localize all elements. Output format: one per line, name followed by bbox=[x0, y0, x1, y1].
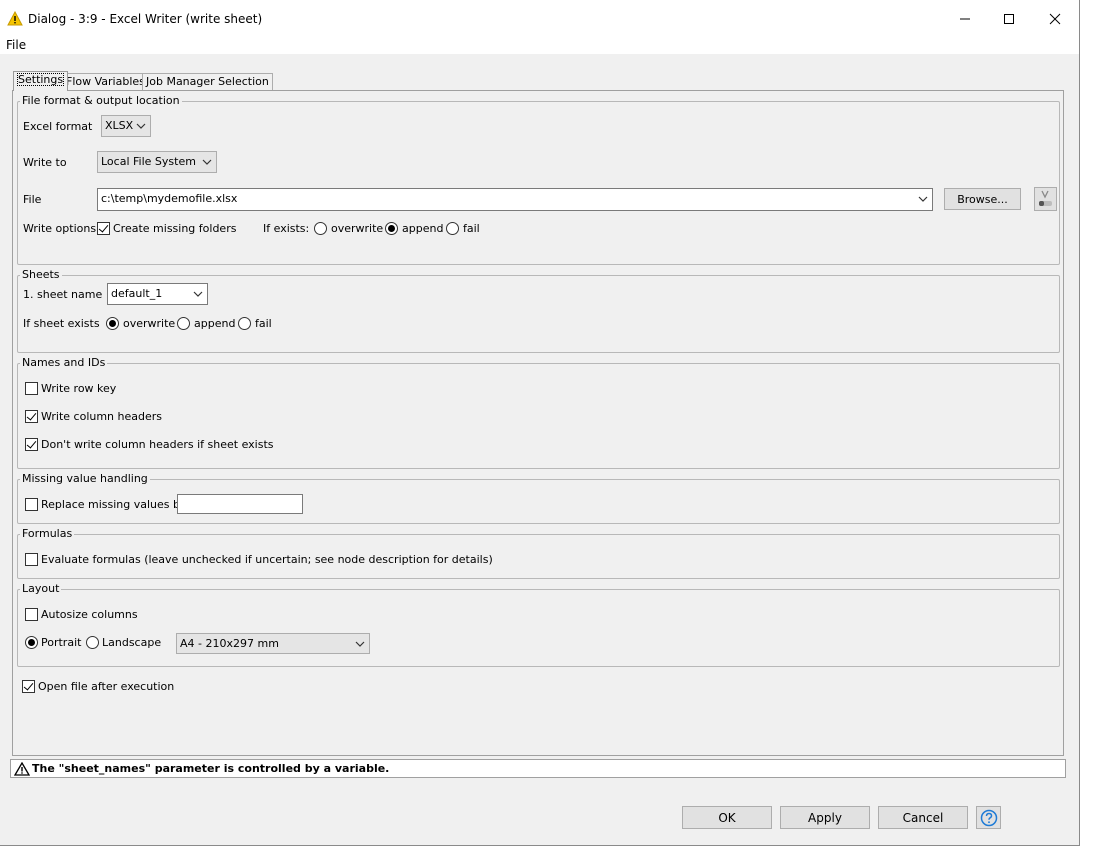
if-exists-label: If exists: bbox=[263, 222, 310, 235]
portrait-radio[interactable] bbox=[25, 636, 38, 649]
tab-settings[interactable]: Settings bbox=[13, 71, 69, 91]
excel-format-select[interactable]: XLSX bbox=[101, 115, 151, 137]
sheet-exists-fail-label: fail bbox=[255, 317, 272, 330]
flow-variable-icon bbox=[1039, 190, 1052, 206]
chevron-down-icon bbox=[202, 159, 212, 165]
file-label: File bbox=[23, 193, 42, 206]
write-options-label: Write options bbox=[23, 222, 97, 235]
window-title: Dialog - 3:9 - Excel Writer (write sheet… bbox=[28, 12, 263, 26]
missing-value-legend: Missing value handling bbox=[20, 472, 150, 485]
help-question-icon bbox=[980, 809, 997, 826]
warning-triangle-icon bbox=[14, 762, 30, 776]
cancel-button[interactable]: Cancel bbox=[878, 806, 968, 829]
evaluate-formulas-checkbox[interactable] bbox=[25, 553, 38, 566]
names-ids-legend: Names and IDs bbox=[20, 356, 108, 369]
tab-flow-variables[interactable]: Flow Variables bbox=[62, 73, 149, 90]
sheet-exists-append-radio[interactable] bbox=[177, 317, 190, 330]
layout-legend: Layout bbox=[20, 582, 62, 595]
open-after-execution-label: Open file after execution bbox=[38, 680, 175, 693]
open-after-execution-checkbox[interactable] bbox=[22, 680, 35, 693]
sheet-exists-append-label: append bbox=[194, 317, 236, 330]
settings-panel: File format & output location Excel form… bbox=[12, 90, 1064, 756]
apply-button[interactable]: Apply bbox=[780, 806, 870, 829]
create-missing-folders-checkbox[interactable] bbox=[97, 222, 110, 235]
help-button[interactable] bbox=[976, 806, 1001, 829]
title-bar: Dialog - 3:9 - Excel Writer (write sheet… bbox=[0, 0, 1079, 36]
autosize-columns-label: Autosize columns bbox=[41, 608, 138, 621]
names-ids-group bbox=[17, 363, 1060, 469]
minimize-button[interactable] bbox=[942, 6, 988, 32]
file-format-group bbox=[17, 101, 1060, 265]
maximize-icon bbox=[1004, 14, 1014, 24]
status-bar: The "sheet_names" parameter is controlle… bbox=[10, 759, 1066, 778]
maximize-button[interactable] bbox=[986, 6, 1032, 32]
if-sheet-exists-label: If sheet exists bbox=[23, 317, 100, 330]
evaluate-formulas-label: Evaluate formulas (leave unchecked if un… bbox=[41, 553, 493, 566]
file-path-combo[interactable]: c:\temp\mydemofile.xlsx bbox=[97, 188, 933, 211]
close-button[interactable] bbox=[1032, 6, 1078, 32]
if-exists-overwrite-label: overwrite bbox=[331, 222, 384, 235]
excel-format-label: Excel format bbox=[23, 120, 93, 133]
replace-missing-label: Replace missing values by bbox=[41, 498, 187, 511]
write-to-select[interactable]: Local File System bbox=[97, 151, 217, 173]
sheet-exists-fail-radio[interactable] bbox=[238, 317, 251, 330]
write-to-label: Write to bbox=[23, 156, 67, 169]
write-column-headers-label: Write column headers bbox=[41, 410, 163, 423]
sheet-exists-overwrite-radio[interactable] bbox=[106, 317, 119, 330]
chevron-down-icon bbox=[355, 641, 365, 647]
dont-write-headers-checkbox[interactable] bbox=[25, 438, 38, 451]
sheet-name-label: 1. sheet name bbox=[23, 288, 103, 301]
chevron-down-icon bbox=[193, 291, 203, 297]
autosize-columns-checkbox[interactable] bbox=[25, 608, 38, 621]
browse-button[interactable]: Browse... bbox=[944, 188, 1021, 210]
sheets-legend: Sheets bbox=[20, 268, 62, 281]
replace-missing-checkbox[interactable] bbox=[25, 498, 38, 511]
create-missing-folders-label: Create missing folders bbox=[113, 222, 237, 235]
paper-size-select[interactable]: A4 - 210x297 mm bbox=[176, 633, 370, 654]
menu-file[interactable]: File bbox=[6, 38, 26, 52]
flow-variable-button[interactable] bbox=[1034, 187, 1057, 211]
file-format-legend: File format & output location bbox=[20, 94, 182, 107]
portrait-label: Portrait bbox=[41, 636, 82, 649]
layout-group bbox=[17, 589, 1060, 667]
if-exists-fail-label: fail bbox=[463, 222, 480, 235]
dont-write-headers-label: Don't write column headers if sheet exis… bbox=[41, 438, 274, 451]
if-exists-append-radio[interactable] bbox=[385, 222, 398, 235]
sheet-exists-overwrite-label: overwrite bbox=[123, 317, 176, 330]
chevron-down-icon bbox=[918, 196, 928, 202]
write-row-key-checkbox[interactable] bbox=[25, 382, 38, 395]
write-column-headers-checkbox[interactable] bbox=[25, 410, 38, 423]
chevron-down-icon bbox=[136, 123, 146, 129]
formulas-legend: Formulas bbox=[20, 527, 75, 540]
menu-bar: File bbox=[0, 36, 1079, 54]
replace-missing-input[interactable] bbox=[177, 494, 303, 514]
sheet-name-combo[interactable]: default_1 bbox=[107, 283, 208, 305]
warning-triangle-icon bbox=[7, 11, 23, 26]
write-row-key-label: Write row key bbox=[41, 382, 117, 395]
if-exists-append-label: append bbox=[402, 222, 444, 235]
status-message: The "sheet_names" parameter is controlle… bbox=[32, 762, 390, 775]
ok-button[interactable]: OK bbox=[682, 806, 772, 829]
landscape-radio[interactable] bbox=[86, 636, 99, 649]
if-exists-overwrite-radio[interactable] bbox=[314, 222, 327, 235]
minimize-icon bbox=[960, 18, 970, 20]
if-exists-fail-radio[interactable] bbox=[446, 222, 459, 235]
close-icon bbox=[1049, 13, 1061, 25]
tab-job-manager-selection[interactable]: Job Manager Selection bbox=[142, 73, 273, 90]
dialog-window: Dialog - 3:9 - Excel Writer (write sheet… bbox=[0, 0, 1080, 846]
landscape-label: Landscape bbox=[102, 636, 162, 649]
